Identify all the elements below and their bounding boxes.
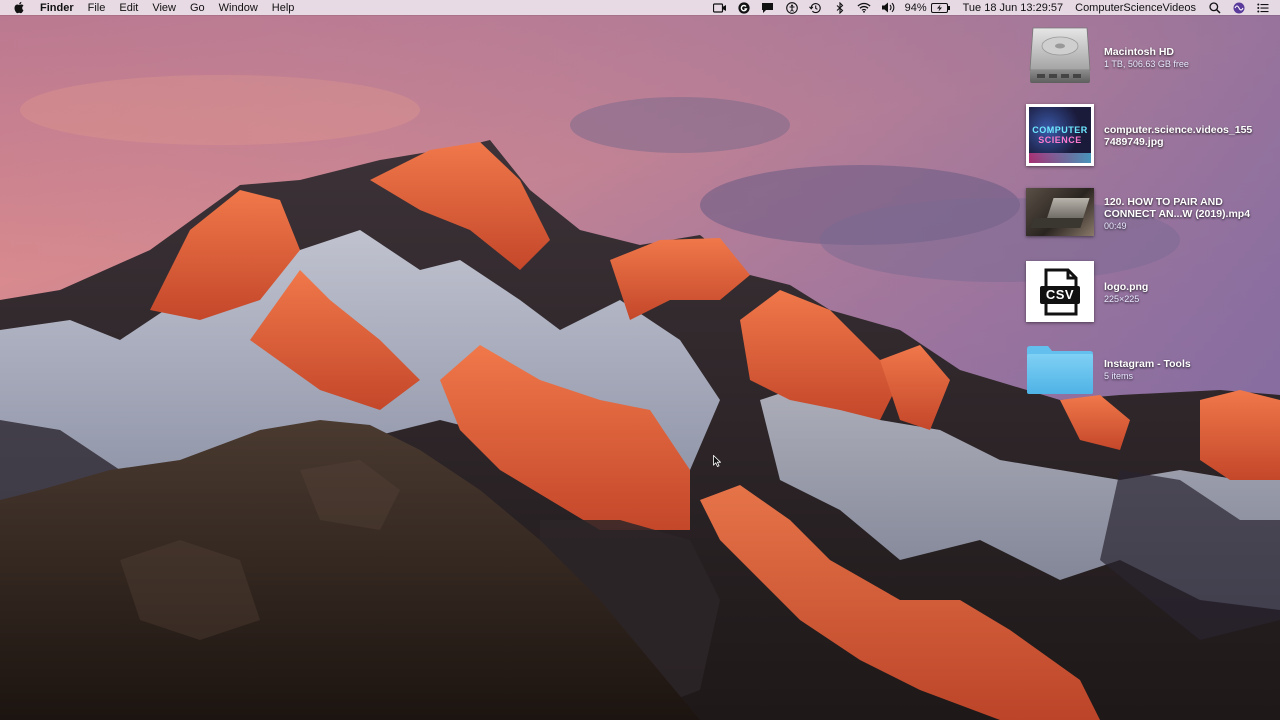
video-thumbnail xyxy=(1026,188,1094,236)
menu-file[interactable]: File xyxy=(88,2,106,14)
grammarly-icon[interactable] xyxy=(737,1,751,14)
time-machine-icon[interactable] xyxy=(809,1,823,14)
menu-user-name[interactable]: ComputerScienceVideos xyxy=(1075,2,1196,14)
menu-bar-right: 94% Tue 18 Jun 13:29:57 ComputerScienceV… xyxy=(703,0,1280,15)
desktop-item-name-line2: CONNECT AN...W (2019).mp4 xyxy=(1104,208,1251,220)
menu-window[interactable]: Window xyxy=(219,2,258,14)
macintosh-hd-label-group: Macintosh HD 1 TB, 506.63 GB free xyxy=(1104,46,1189,70)
video-label-group: 120. HOW TO PAIR AND CONNECT AN...W (201… xyxy=(1104,196,1250,232)
accessibility-icon[interactable] xyxy=(785,1,799,14)
siri-icon[interactable] xyxy=(1232,1,1246,14)
desktop-item-macintosh-hd[interactable]: Macintosh HD 1 TB, 506.63 GB free xyxy=(1026,26,1189,86)
desktop-item-logo-png[interactable]: CSV logo.png 225×225 xyxy=(1026,261,1148,322)
desktop-item-instagram-tools-folder[interactable]: Instagram - Tools 5 items xyxy=(1026,345,1191,395)
spotlight-search-icon[interactable] xyxy=(1208,1,1222,14)
folder-label-group: Instagram - Tools 5 items xyxy=(1104,358,1191,382)
menu-bar-left: Finder File Edit View Go Window Help xyxy=(0,0,308,15)
desktop-item-info: 1 TB, 506.63 GB free xyxy=(1104,59,1189,69)
csv-label: CSV xyxy=(1045,286,1075,302)
desktop-item-name-line1: 120. HOW TO PAIR AND xyxy=(1104,196,1223,208)
hard-drive-icon xyxy=(1026,26,1094,86)
volume-icon[interactable] xyxy=(881,1,895,14)
logo-label-group: logo.png 225×225 xyxy=(1104,281,1148,305)
notification-center-icon[interactable] xyxy=(1256,1,1270,14)
battery-percent[interactable]: 94% xyxy=(905,2,927,14)
desktop-item-name: Macintosh HD xyxy=(1104,46,1175,58)
apple-menu-icon[interactable] xyxy=(14,1,26,14)
csv-file-icon: CSV xyxy=(1026,261,1094,322)
menu-view[interactable]: View xyxy=(152,2,176,14)
desktop-item-name-line1: computer.science.videos_155 xyxy=(1104,124,1253,136)
desktop-item-count: 5 items xyxy=(1104,371,1134,381)
menu-go[interactable]: Go xyxy=(190,2,205,14)
desktop-item-name: Instagram - Tools xyxy=(1104,358,1191,370)
menu-clock[interactable]: Tue 18 Jun 13:29:57 xyxy=(963,2,1064,14)
screen-record-icon[interactable] xyxy=(712,1,727,14)
thumbnail-text-line2: SCIENCE xyxy=(1038,135,1082,145)
desktop-item-duration: 00:49 xyxy=(1104,221,1127,231)
wifi-icon[interactable] xyxy=(857,1,871,14)
desktop-item-name-line2: 7489749.jpg xyxy=(1104,136,1164,148)
desktop-item-name: logo.png xyxy=(1104,281,1149,293)
menu-finder[interactable]: Finder xyxy=(40,2,74,14)
image-thumbnail: COMPUTER SCIENCE xyxy=(1026,104,1094,166)
desktop-item-dimensions: 225×225 xyxy=(1104,294,1140,304)
folder-icon xyxy=(1026,345,1094,395)
desktop-item-computer-science-jpg[interactable]: COMPUTER SCIENCE computer.science.videos… xyxy=(1026,104,1252,166)
menu-edit[interactable]: Edit xyxy=(119,2,138,14)
desktop-item-video-mp4[interactable]: 120. HOW TO PAIR AND CONNECT AN...W (201… xyxy=(1026,188,1250,236)
bluetooth-icon[interactable] xyxy=(833,1,847,14)
messages-icon[interactable] xyxy=(761,1,775,14)
menu-bar: Finder File Edit View Go Window Help 94%… xyxy=(0,0,1280,15)
menu-help[interactable]: Help xyxy=(272,2,295,14)
thumbnail-text-line1: COMPUTER xyxy=(1032,125,1088,135)
battery-icon[interactable] xyxy=(930,1,951,14)
mouse-cursor-icon xyxy=(713,454,722,468)
jpg-label-group: computer.science.videos_155 7489749.jpg xyxy=(1104,124,1252,148)
